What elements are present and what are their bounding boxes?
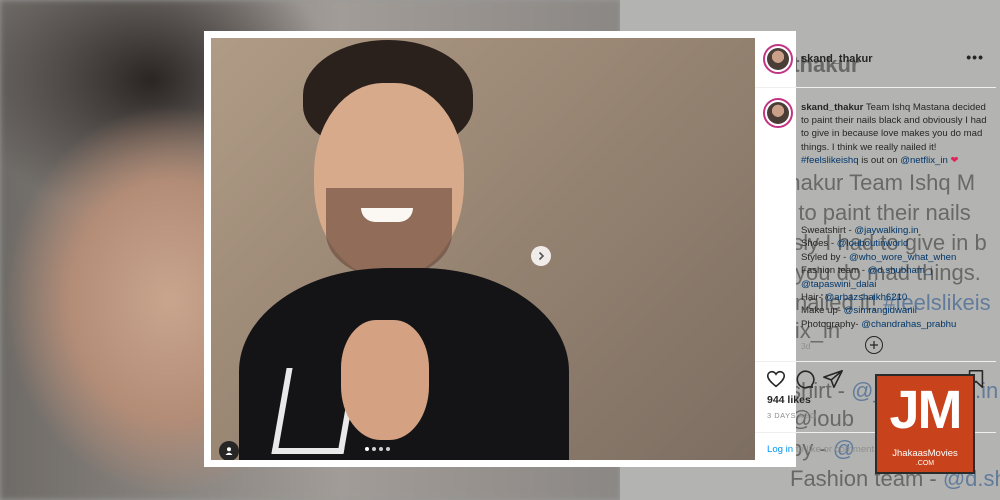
caption-hashtag[interactable]: #feelslikeishq	[801, 155, 859, 166]
jhakaasmovies-watermark-logo: JM JhakaasMovies .COM	[875, 374, 975, 474]
credit-mention[interactable]: @jaywalking.in	[854, 225, 918, 236]
credit-mention[interactable]: @louboutinworld	[837, 238, 909, 249]
watermark-name: JhakaasMovies	[892, 448, 958, 459]
caption-after: is out on	[861, 154, 898, 166]
credit-mention[interactable]: @simrangidwanii	[844, 305, 917, 316]
credit-mention[interactable]: @arbazshaikh6210	[824, 292, 907, 303]
credit-label: Sweatshirt -	[801, 225, 855, 236]
login-link[interactable]: Log in	[767, 444, 793, 455]
more-options-icon[interactable]: •••	[966, 49, 984, 65]
avatar-image	[767, 48, 789, 70]
user-icon	[225, 447, 233, 455]
carousel-dot	[372, 447, 376, 451]
post-date: 3 DAYS AGO	[767, 411, 817, 420]
chevron-right-icon	[538, 251, 545, 261]
caption-username[interactable]: skand_thakur	[801, 102, 863, 113]
post-caption: skand_thakur Team Ishq Mastana decided t…	[801, 101, 991, 167]
photo-subject-smile	[361, 208, 413, 222]
login-text: Log in to like or comment.	[767, 444, 877, 455]
carousel-dot	[386, 447, 390, 451]
credit-label: Fashion team -	[801, 265, 868, 277]
watermark-letters: JM	[889, 380, 962, 440]
share-icon[interactable]	[822, 368, 844, 390]
comment-icon[interactable]	[793, 368, 815, 390]
carousel-dot	[365, 447, 369, 451]
watermark-domain: .COM	[915, 460, 935, 467]
credit-label: Styled by -	[801, 251, 849, 263]
credit-line: Make up- @simrangidwanii	[801, 304, 991, 317]
avatar[interactable]	[763, 44, 793, 74]
credit-line: Hair- @arbazshaikh6210	[801, 291, 991, 304]
caption-credits: Sweatshirt - @jaywalking.in Shoes - @loub…	[801, 224, 991, 331]
credit-line: Sweatshirt - @jaywalking.in	[801, 224, 991, 237]
credit-mention[interactable]: @tapaswini_dalai	[801, 279, 876, 290]
post-photo[interactable]	[211, 38, 755, 460]
caption-timestamp: 3d	[801, 341, 811, 351]
caption-avatar[interactable]	[763, 98, 793, 128]
credit-mention[interactable]: @chandrahas_prabhu	[861, 319, 956, 330]
credit-mention[interactable]: @who_wore_what_when	[849, 252, 956, 263]
credit-line: Styled by - @who_wore_what_when	[801, 251, 991, 264]
caption-mention[interactable]: @netflix_in	[900, 155, 948, 166]
heart-icon[interactable]	[765, 368, 787, 390]
credit-label: Shoes -	[801, 238, 837, 250]
credit-line: Fashion team - @d.shubham_j	[801, 264, 991, 277]
photo-subject-beard	[326, 188, 452, 278]
caption-avatar-image	[767, 102, 789, 124]
credit-label: Hair-	[801, 292, 825, 304]
tagged-users-button[interactable]	[219, 441, 239, 460]
carousel-indicator	[365, 447, 390, 451]
credit-line: @tapaswini_dalai	[801, 278, 991, 291]
credit-line: Photography- @chandrahas_prabhu	[801, 318, 991, 331]
carousel-next-button[interactable]	[531, 246, 551, 266]
credit-label: Make up-	[801, 305, 844, 317]
load-more-comments-button[interactable]	[865, 336, 883, 354]
post-header: skand_thakur •••	[755, 31, 996, 88]
photo-subject-hands	[341, 320, 429, 440]
likes-count[interactable]: 944 likes	[767, 394, 811, 406]
plus-icon	[870, 341, 878, 349]
instagram-post-card: skand_thakur ••• skand_thakur Team Ishq …	[204, 31, 996, 467]
heart-emoji: ❤	[950, 154, 959, 166]
carousel-dot	[379, 447, 383, 451]
credit-label: Photography-	[801, 318, 862, 330]
credit-mention[interactable]: @d.shubham_j	[868, 265, 933, 276]
credit-line: Shoes - @louboutinworld	[801, 237, 991, 250]
post-username[interactable]: skand_thakur	[801, 53, 873, 65]
login-rest: to like or comment.	[793, 444, 877, 455]
